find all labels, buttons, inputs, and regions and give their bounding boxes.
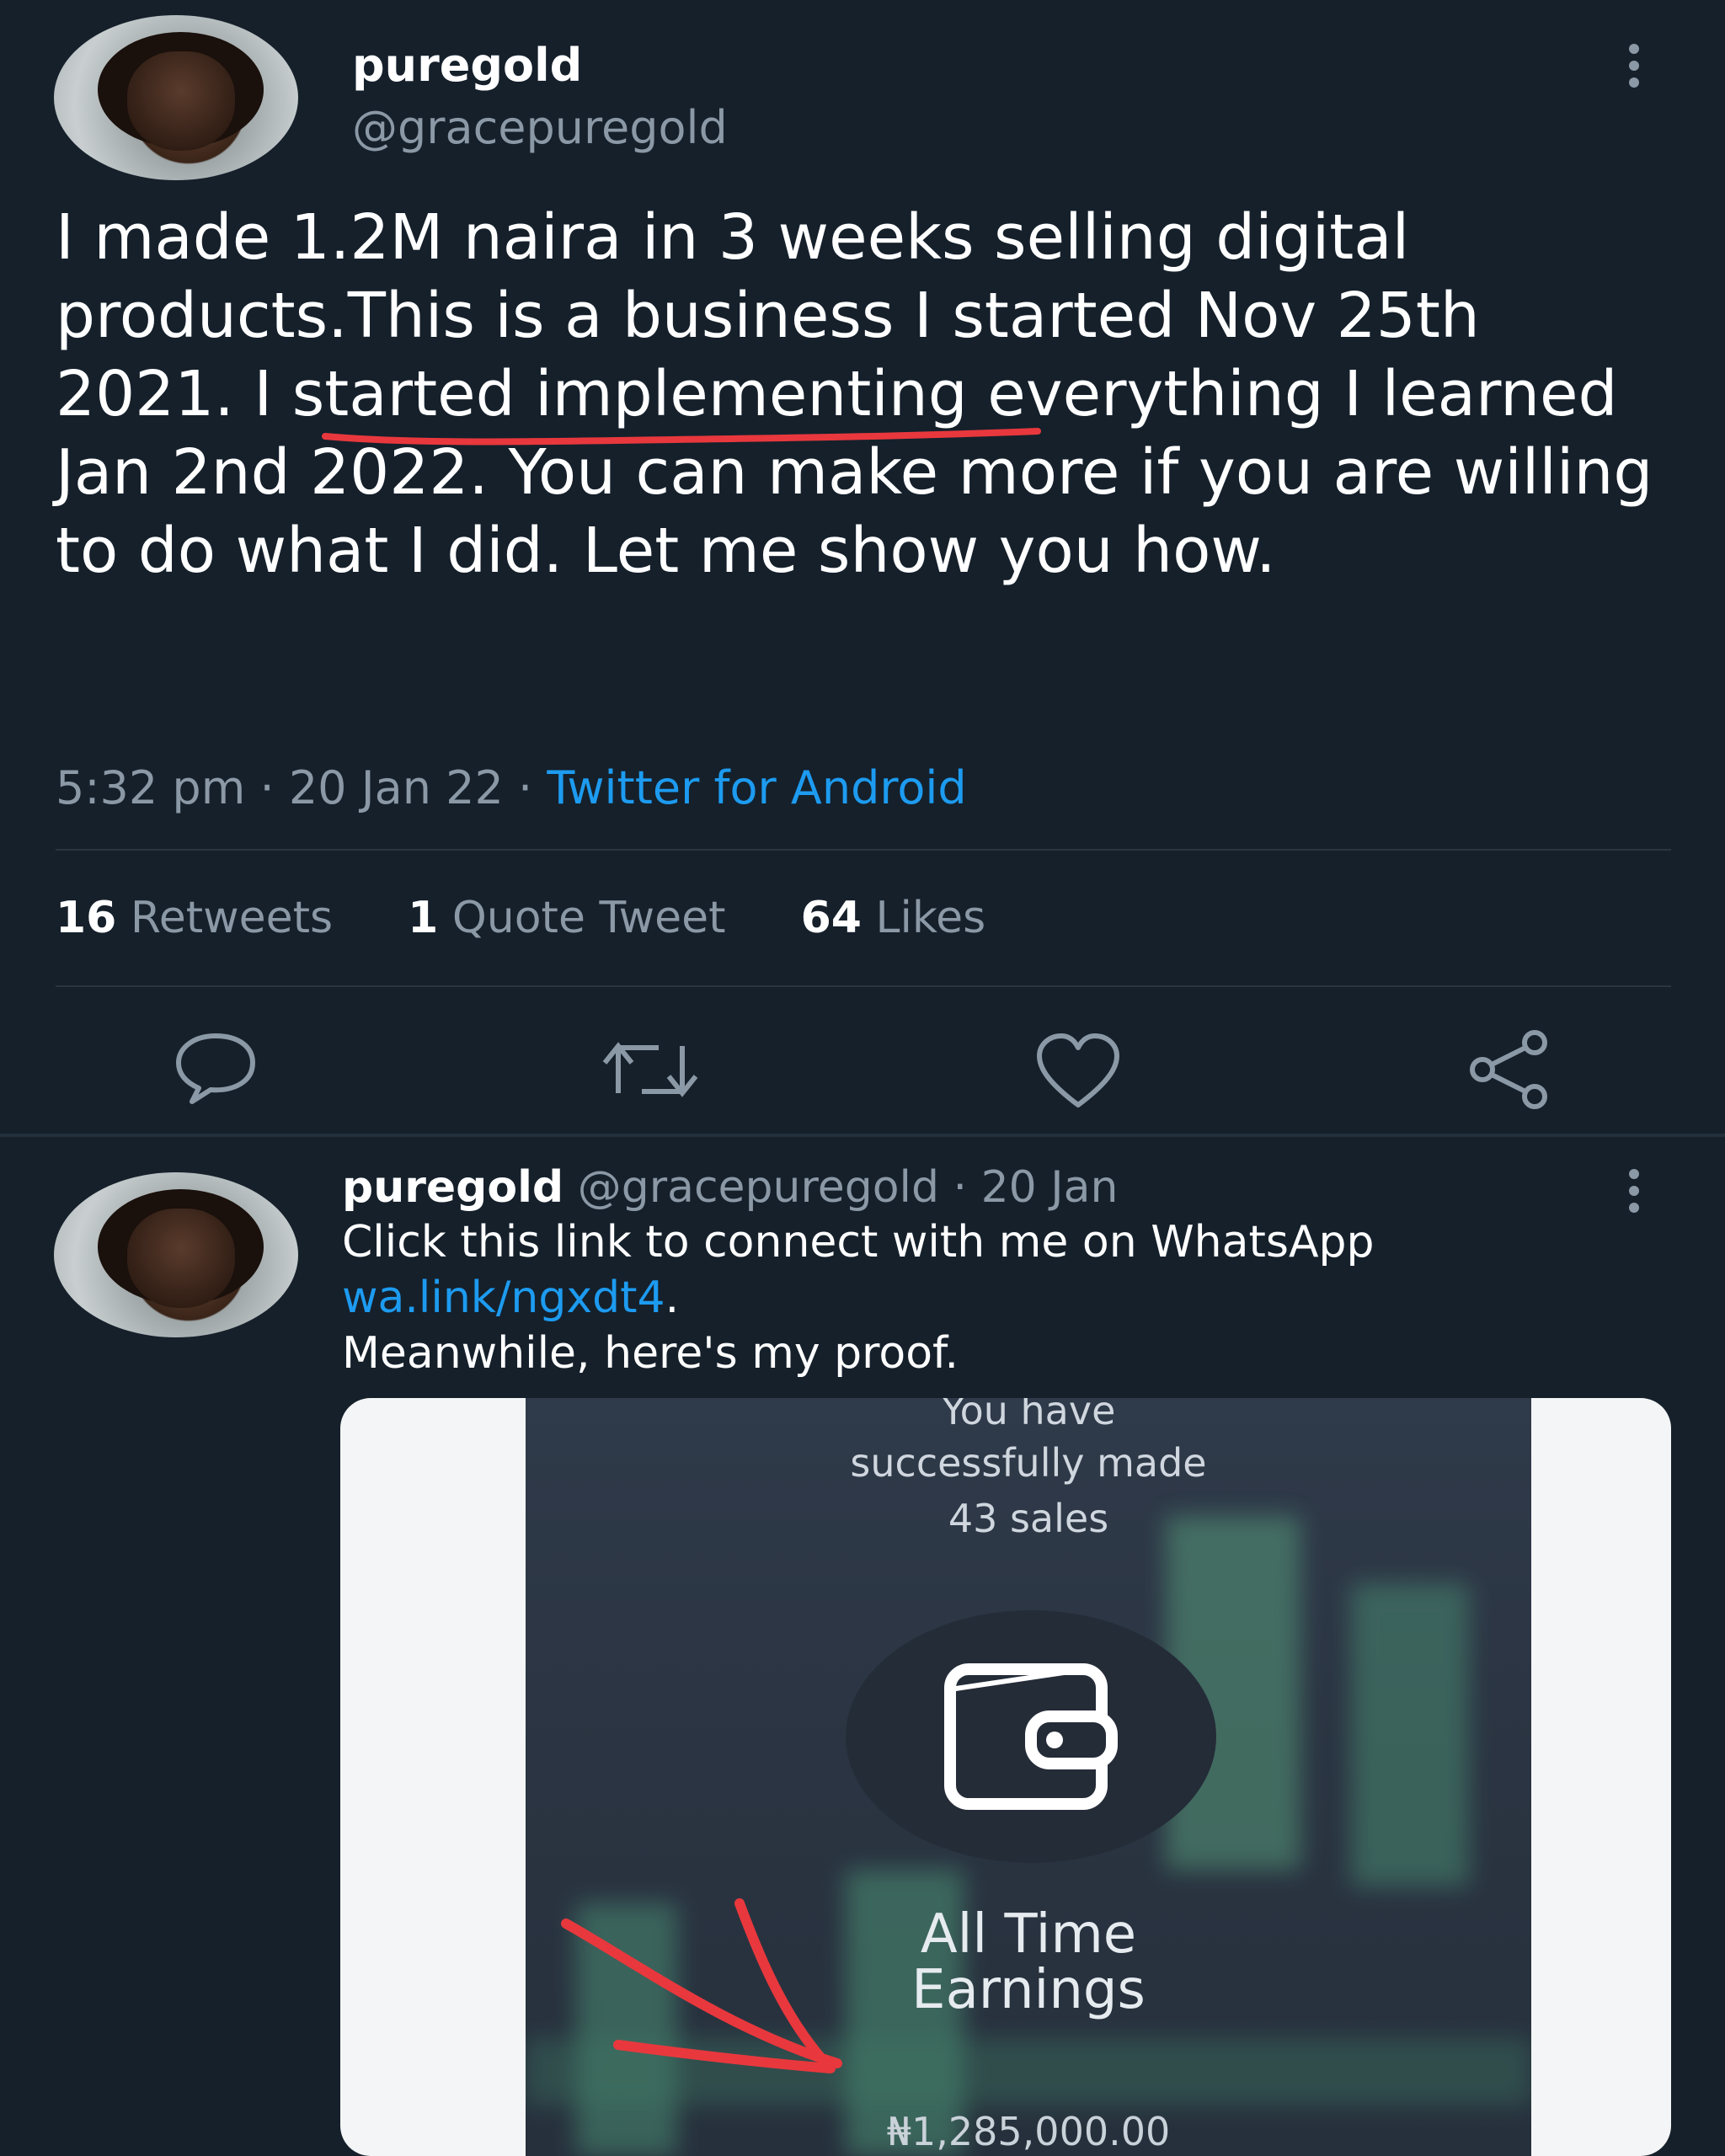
reply-date[interactable]: 20 Jan [981, 1162, 1119, 1213]
proof-line-3: 43 sales [948, 1496, 1109, 1541]
reply-text: Click this link to connect with me on Wh… [342, 1214, 1656, 1381]
tweet-client-link[interactable]: Twitter for Android [547, 761, 966, 814]
retweets-stat[interactable]: 16 Retweets [56, 893, 347, 943]
meta-separator: · [518, 761, 547, 814]
proof-line-1: You have [941, 1398, 1116, 1433]
reply-display-name[interactable]: puregold [342, 1162, 563, 1213]
tweet-text: I made 1.2M naira in 3 weeks selling dig… [56, 199, 1673, 590]
quotes-stat[interactable]: 1 Quote Tweet [408, 893, 740, 943]
quotes-label: Quote Tweet [451, 893, 726, 943]
reply-line-3: Meanwhile, here's my proof. [342, 1328, 959, 1379]
reply-avatar[interactable] [54, 1172, 298, 1337]
meta-separator: · [259, 761, 289, 814]
share-icon[interactable] [1467, 1029, 1551, 1110]
reply-header: puregold @gracepuregold · 20 Jan [342, 1162, 1118, 1213]
retweets-label: Retweets [130, 893, 334, 943]
red-underline-annotation [322, 428, 1041, 446]
heart-icon[interactable] [1034, 1033, 1122, 1110]
divider [56, 985, 1671, 987]
proof-image[interactable]: You have successfully made 43 sales All … [340, 1398, 1671, 2156]
red-arrow-annotation [561, 1898, 842, 2073]
tweet-stats: 16 Retweets 1 Quote Tweet 64 Likes [56, 893, 985, 943]
reply-line-1: Click this link to connect with me on Wh… [342, 1217, 1375, 1267]
earnings-amount: ₦1,285,000.00 [886, 2109, 1171, 2154]
tweet-time: 5:32 pm [56, 761, 246, 814]
retweets-count: 16 [56, 893, 117, 943]
tweet-text-part-2: started implementing everything I learne… [56, 358, 1653, 587]
proof-line-2: successfully made [850, 1440, 1207, 1486]
reply-handle[interactable]: @gracepuregold [578, 1162, 939, 1213]
tweet-date: 20 Jan 22 [288, 761, 504, 814]
wallet-icon-circle [846, 1610, 1216, 1863]
likes-label: Likes [875, 893, 986, 943]
section-divider [0, 1134, 1725, 1137]
link-suffix: . [665, 1273, 680, 1323]
main-handle[interactable]: @gracepuregold [352, 101, 728, 154]
reply-line-2: wa.link/ngxdt4. [342, 1270, 1656, 1326]
main-display-name[interactable]: puregold [352, 39, 582, 92]
likes-count: 64 [800, 893, 862, 943]
likes-stat[interactable]: 64 Likes [801, 893, 986, 943]
wallet-icon [944, 1663, 1118, 1810]
tweet-meta: 5:32 pm · 20 Jan 22 · Twitter for Androi… [56, 761, 967, 814]
more-options-icon[interactable] [1629, 1169, 1641, 1213]
more-options-icon[interactable] [1629, 44, 1641, 88]
whatsapp-link[interactable]: wa.link/ngxdt4 [342, 1273, 665, 1323]
quotes-count: 1 [408, 893, 439, 943]
retweet-icon[interactable] [600, 1034, 701, 1105]
divider [56, 849, 1671, 851]
reply-icon[interactable] [174, 1029, 258, 1105]
main-avatar[interactable] [54, 15, 298, 180]
reply-date-separator: · [953, 1162, 981, 1213]
